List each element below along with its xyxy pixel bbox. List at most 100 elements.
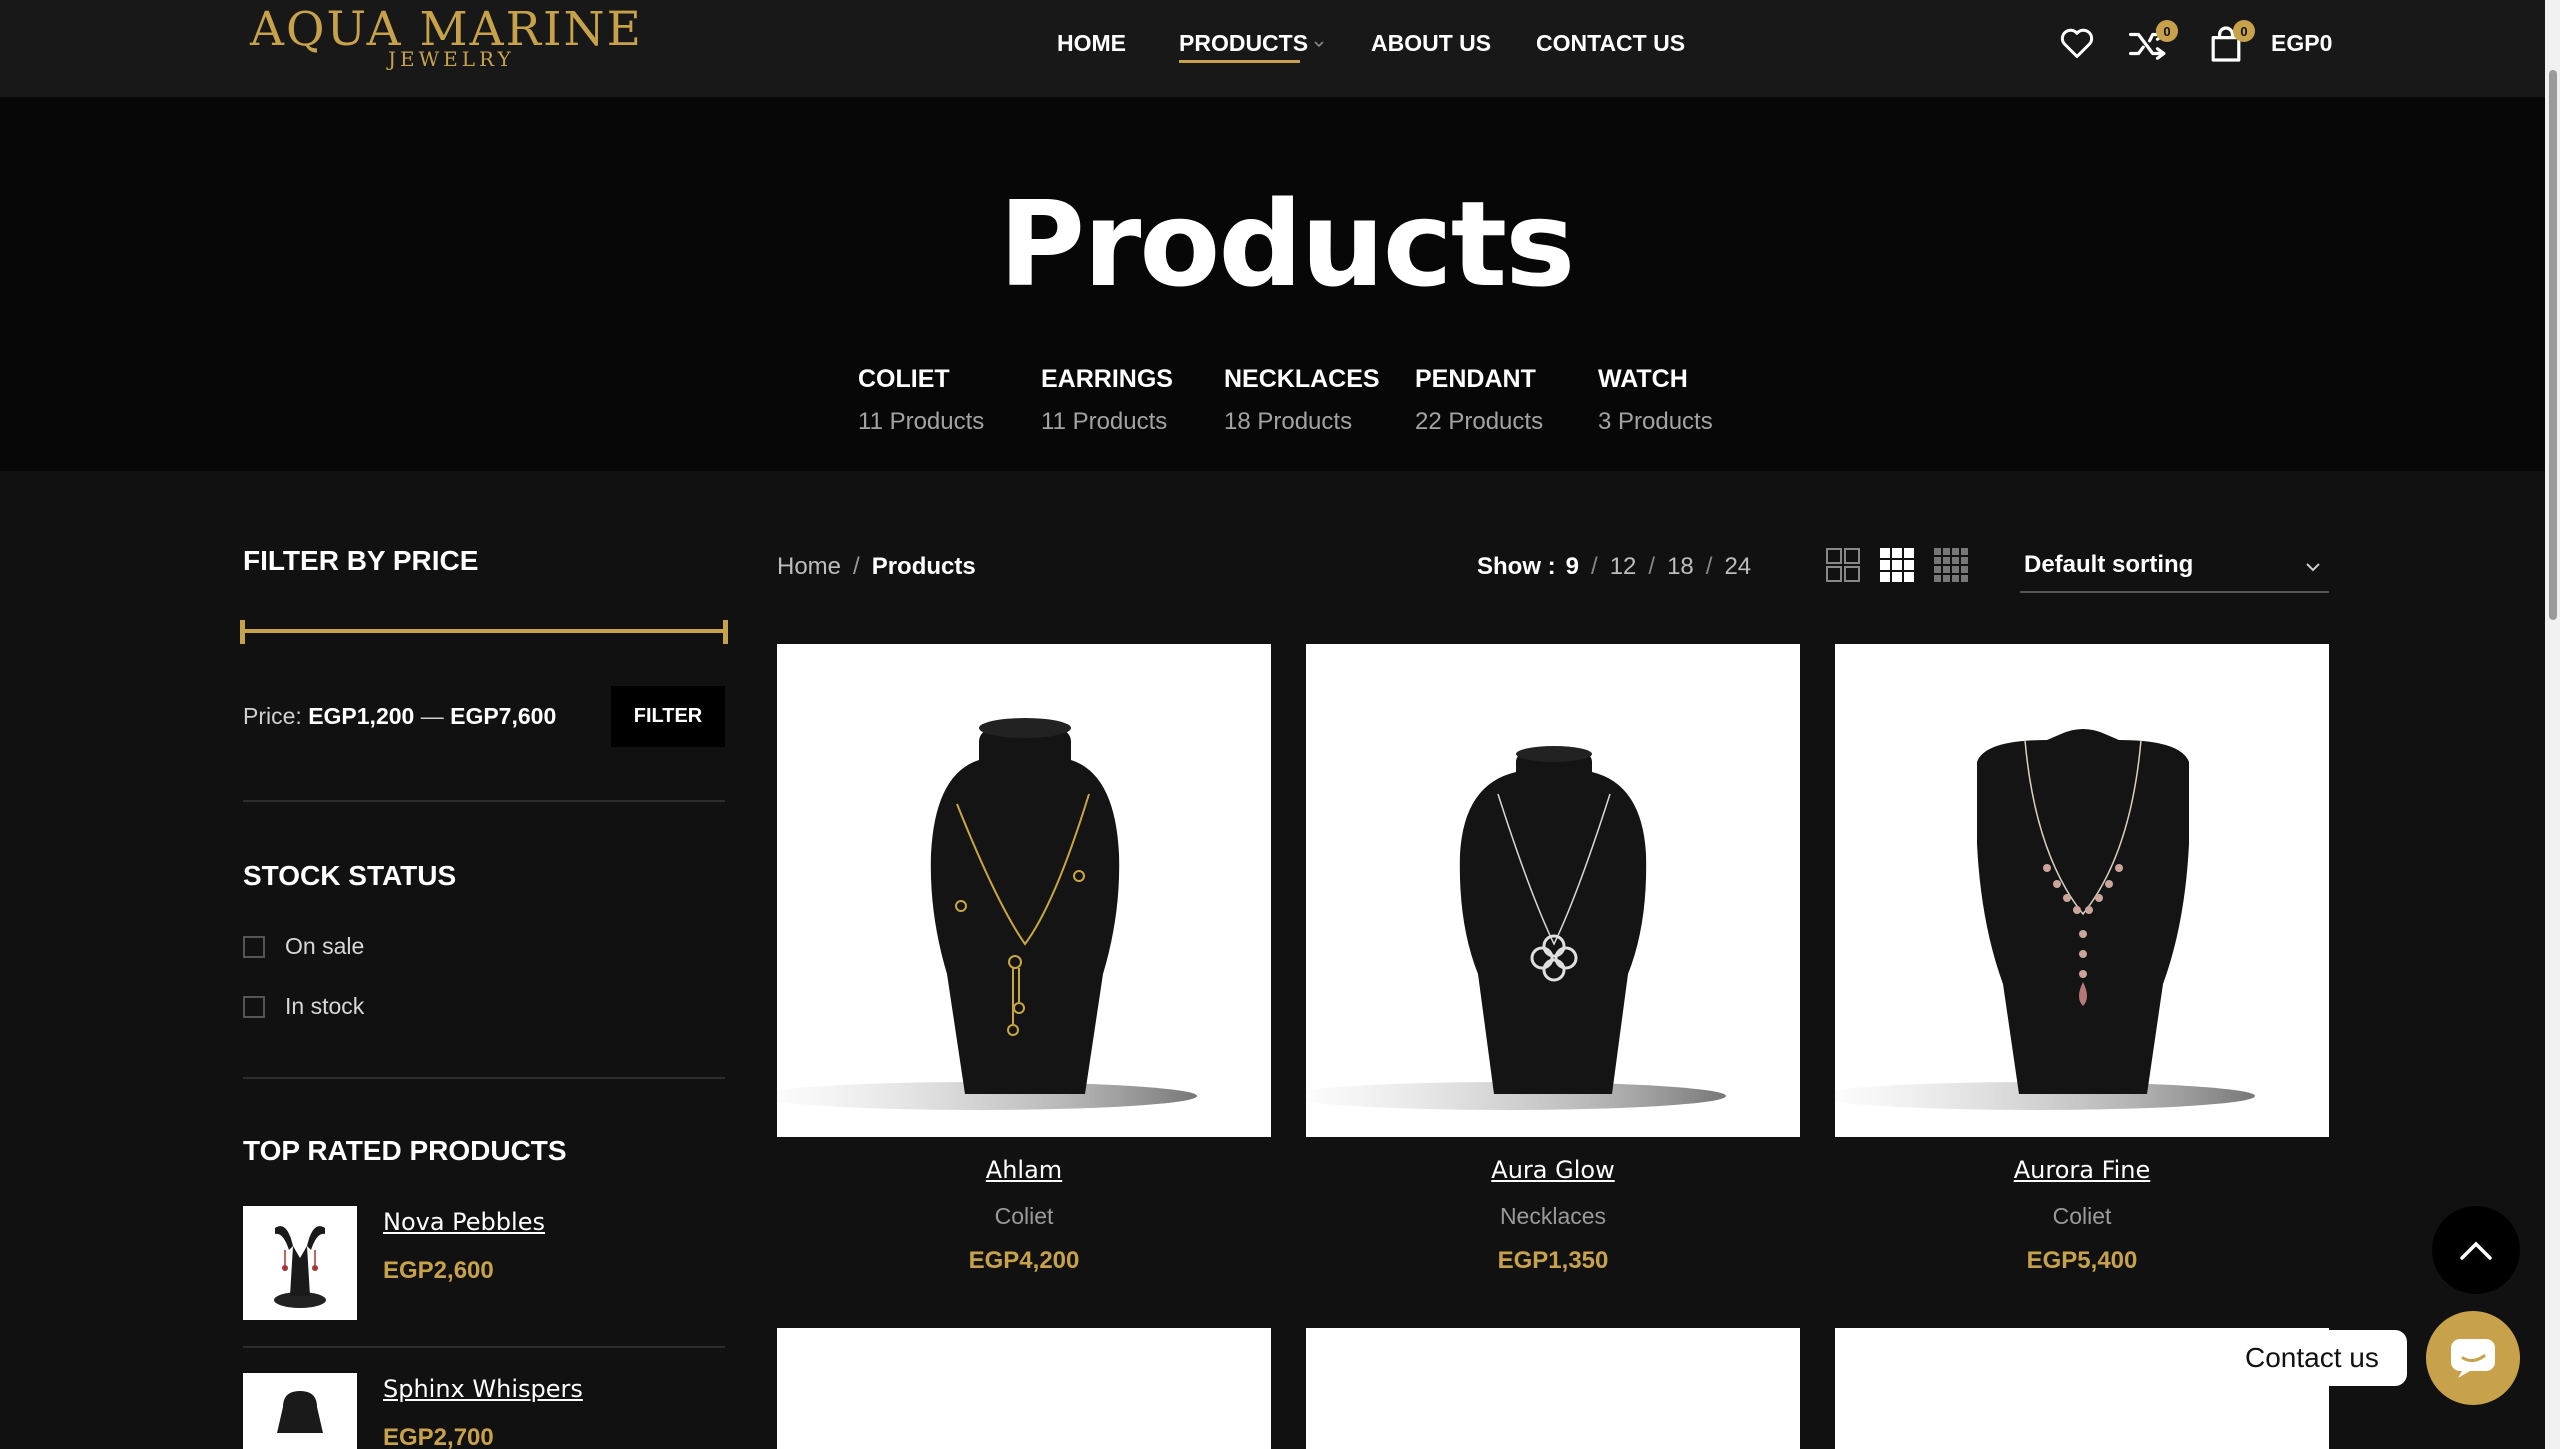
compare-count-badge: 0 bbox=[2156, 20, 2178, 42]
category-count: 11 Products bbox=[1041, 408, 1168, 435]
per-page-option-9[interactable]: 9 bbox=[1566, 553, 1579, 580]
breadcrumb: Home / Products bbox=[777, 553, 976, 581]
price-slider-track[interactable] bbox=[243, 629, 728, 633]
earrings-stand-image bbox=[274, 1226, 326, 1308]
sidebar-divider bbox=[243, 800, 725, 802]
filter-price-title: FILTER BY PRICE bbox=[243, 545, 479, 576]
sidebar-divider bbox=[243, 1346, 725, 1348]
stock-option-in-stock[interactable]: In stock bbox=[243, 993, 364, 1020]
per-page-option-24[interactable]: 24 bbox=[1724, 553, 1751, 580]
category-count: 18 Products bbox=[1224, 408, 1353, 435]
top-rated-product-name[interactable]: Nova Pebbles bbox=[383, 1208, 545, 1236]
product-title[interactable]: Ahlam bbox=[777, 1156, 1271, 1184]
category-count: 3 Products bbox=[1598, 408, 1713, 435]
sidebar-divider bbox=[243, 1077, 725, 1079]
grid-2-columns-icon[interactable] bbox=[1826, 548, 1860, 582]
stock-option-label: On sale bbox=[285, 933, 365, 959]
nav-home[interactable]: HOME bbox=[1057, 30, 1126, 57]
necklace-bust-image bbox=[277, 1391, 323, 1433]
grid-3-columns-icon[interactable] bbox=[1880, 548, 1914, 582]
price-max: EGP7,600 bbox=[450, 703, 557, 729]
per-page-separator: / bbox=[1648, 553, 1656, 580]
category-watch[interactable]: WATCH 3 Products bbox=[1598, 365, 1713, 436]
product-category[interactable]: Coliet bbox=[1835, 1203, 2329, 1230]
chat-bubble-icon bbox=[2451, 1339, 2495, 1378]
price-label: Price: bbox=[243, 703, 302, 729]
breadcrumb-current: Products bbox=[871, 553, 976, 580]
contact-chat-button[interactable] bbox=[2426, 1311, 2520, 1405]
cart-count-badge: 0 bbox=[2233, 20, 2255, 42]
necklace-bust-image bbox=[1306, 746, 1726, 1110]
product-price: EGP1,350 bbox=[1497, 1247, 1609, 1274]
price-dash: — bbox=[420, 703, 444, 729]
category-name: PENDANT bbox=[1415, 365, 1536, 393]
top-rated-product-price: EGP2,600 bbox=[383, 1257, 494, 1284]
category-name: EARRINGS bbox=[1041, 365, 1173, 393]
nav-products[interactable]: PRODUCTS bbox=[1179, 30, 1324, 63]
top-rated-product-price: EGP2,700 bbox=[383, 1424, 494, 1449]
category-name: NECKLACES bbox=[1224, 365, 1380, 393]
top-rated-product-name[interactable]: Sphinx Whispers bbox=[383, 1375, 583, 1403]
per-page-separator: / bbox=[1705, 553, 1713, 580]
breadcrumb-home[interactable]: Home bbox=[777, 553, 841, 580]
price-min: EGP1,200 bbox=[308, 703, 415, 729]
nav-active-underline bbox=[1179, 60, 1300, 63]
category-earrings[interactable]: EARRINGS 11 Products bbox=[1041, 365, 1173, 436]
filter-button[interactable]: FILTER bbox=[611, 686, 725, 747]
per-page-option-18[interactable]: 18 bbox=[1667, 553, 1694, 580]
chevron-down-icon bbox=[1314, 40, 1324, 47]
checkbox[interactable] bbox=[243, 995, 265, 1018]
page-title: Products bbox=[998, 175, 1576, 313]
stock-option-on-sale[interactable]: On sale bbox=[243, 933, 364, 960]
product-title[interactable]: Aura Glow bbox=[1306, 1156, 1800, 1184]
product-image[interactable] bbox=[1306, 1328, 1800, 1449]
product-image[interactable] bbox=[777, 644, 1271, 1137]
category-count: 11 Products bbox=[858, 408, 985, 435]
category-necklaces[interactable]: NECKLACES 18 Products bbox=[1224, 365, 1380, 436]
product-image[interactable] bbox=[777, 1328, 1271, 1449]
contact-us-label[interactable]: Contact us bbox=[2217, 1330, 2407, 1386]
nav-products-label: PRODUCTS bbox=[1179, 30, 1309, 56]
price-slider-max-handle[interactable] bbox=[723, 620, 728, 644]
category-coliet[interactable]: COLIET 11 Products bbox=[858, 365, 984, 436]
cart-total[interactable]: EGP0 bbox=[2271, 30, 2332, 57]
category-name: COLIET bbox=[858, 365, 950, 393]
top-rated-thumbnail[interactable] bbox=[243, 1206, 357, 1320]
site-header: AQUA MARINE JEWELRY HOME PRODUCTS ABOUT … bbox=[0, 0, 2545, 97]
scrollbar-thumb[interactable] bbox=[2549, 70, 2557, 620]
product-price: EGP4,200 bbox=[968, 1247, 1080, 1274]
per-page-label: Show : bbox=[1477, 553, 1556, 580]
breadcrumb-separator: / bbox=[853, 553, 860, 580]
category-count: 22 Products bbox=[1415, 408, 1544, 435]
per-page-selector: Show : 9 / 12 / 18 / 24 bbox=[1477, 553, 1751, 581]
sort-select[interactable]: Default sorting bbox=[2020, 543, 2329, 593]
category-pendant[interactable]: PENDANT 22 Products bbox=[1415, 365, 1543, 436]
product-image[interactable] bbox=[1306, 644, 1800, 1137]
heart-icon[interactable] bbox=[2059, 26, 2095, 60]
product-image[interactable] bbox=[1835, 644, 2329, 1137]
product-category[interactable]: Necklaces bbox=[1306, 1203, 1800, 1230]
stock-option-label: In stock bbox=[285, 993, 365, 1019]
price-slider-min-handle[interactable] bbox=[240, 620, 245, 644]
price-range-text: Price: EGP1,200 — EGP7,600 bbox=[243, 703, 556, 730]
grid-4-columns-icon[interactable] bbox=[1934, 548, 1968, 582]
per-page-option-12[interactable]: 12 bbox=[1610, 553, 1637, 580]
top-rated-thumbnail[interactable] bbox=[243, 1373, 357, 1449]
site-logo[interactable]: AQUA MARINE JEWELRY bbox=[250, 0, 670, 80]
scroll-to-top-button[interactable] bbox=[2432, 1206, 2520, 1294]
per-page-separator: / bbox=[1591, 553, 1598, 580]
product-category[interactable]: Coliet bbox=[777, 1203, 1271, 1230]
product-price: EGP5,400 bbox=[2026, 1247, 2138, 1274]
nav-contact[interactable]: CONTACT US bbox=[1536, 30, 1685, 57]
chevron-up-icon bbox=[2460, 1241, 2492, 1260]
necklace-bust-image bbox=[1835, 729, 2255, 1110]
necklace-bust-image bbox=[777, 718, 1197, 1110]
page-hero: Products COLIET 11 Products EARRINGS 11 … bbox=[0, 97, 2545, 471]
logo-tagline: JEWELRY bbox=[388, 47, 515, 71]
nav-about[interactable]: ABOUT US bbox=[1371, 30, 1491, 57]
top-rated-title: TOP RATED PRODUCTS bbox=[243, 1135, 567, 1166]
chevron-down-icon bbox=[2306, 563, 2320, 572]
sort-selected-value: Default sorting bbox=[2024, 551, 2194, 578]
checkbox[interactable] bbox=[243, 935, 265, 958]
product-title[interactable]: Aurora Fine bbox=[1835, 1156, 2329, 1184]
